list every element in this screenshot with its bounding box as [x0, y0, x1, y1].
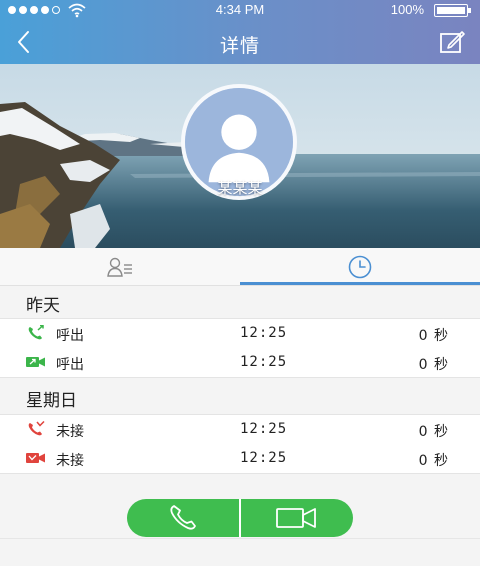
call-type: 未接: [56, 453, 84, 469]
status-bar: 4:34 PM 100%: [0, 0, 480, 20]
missed-call-icon: [28, 421, 45, 436]
call-duration: 0 秒: [418, 424, 449, 440]
tab-contact-info[interactable]: [0, 248, 240, 286]
active-tab-indicator: [240, 282, 480, 285]
call-log-row[interactable]: 呼出 12:25 0 秒: [0, 348, 480, 377]
call-duration: 0 秒: [418, 453, 449, 469]
contact-name: 某某某: [217, 179, 263, 197]
nav-bar: 详情: [0, 20, 480, 64]
call-time: 12:25: [240, 354, 288, 370]
call-time: 12:25: [240, 421, 288, 437]
battery-icon: [434, 4, 471, 17]
edit-button[interactable]: [438, 28, 466, 56]
call-time: 12:25: [240, 325, 288, 341]
call-log-row[interactable]: 未接 12:25 0 秒: [0, 415, 480, 444]
call-button-group: [127, 499, 353, 537]
call-log-row[interactable]: 呼出 12:25 0 秒: [0, 319, 480, 348]
call-type: 呼出: [56, 328, 84, 344]
detail-tabs: [0, 248, 480, 286]
outgoing-video-icon: [26, 357, 45, 367]
edit-icon: [440, 31, 465, 53]
call-log-row[interactable]: 未接 12:25 0 秒: [0, 444, 480, 473]
call-duration: 0 秒: [418, 357, 449, 373]
page-title: 详情: [219, 35, 260, 57]
call-log-list: 呼出 12:25 0 秒 呼出 12:25 0 秒: [0, 318, 480, 378]
bottom-divider: [0, 538, 480, 539]
phone-icon: [169, 505, 196, 530]
battery-percentage: 100%: [390, 2, 424, 17]
clock-icon: [348, 255, 372, 279]
missed-video-icon: [26, 453, 45, 463]
voice-call-button[interactable]: [127, 499, 240, 537]
call-time: 12:25: [240, 450, 288, 466]
call-type: 未接: [56, 424, 84, 440]
call-duration: 0 秒: [418, 328, 449, 344]
outgoing-call-icon: [28, 325, 44, 340]
contact-card-icon: [107, 257, 132, 277]
header-bar: 4:34 PM 100% 详情: [0, 0, 480, 64]
call-log-list: 未接 12:25 0 秒 未接 12:25 0 秒: [0, 414, 480, 474]
call-actions-bar: [0, 474, 480, 566]
contact-hero: 某某某: [0, 64, 480, 248]
tab-call-history[interactable]: [240, 248, 480, 286]
video-call-button[interactable]: [240, 499, 353, 537]
video-camera-icon: [275, 508, 316, 528]
call-type: 呼出: [56, 357, 84, 373]
section-header: 星期日: [0, 385, 480, 417]
